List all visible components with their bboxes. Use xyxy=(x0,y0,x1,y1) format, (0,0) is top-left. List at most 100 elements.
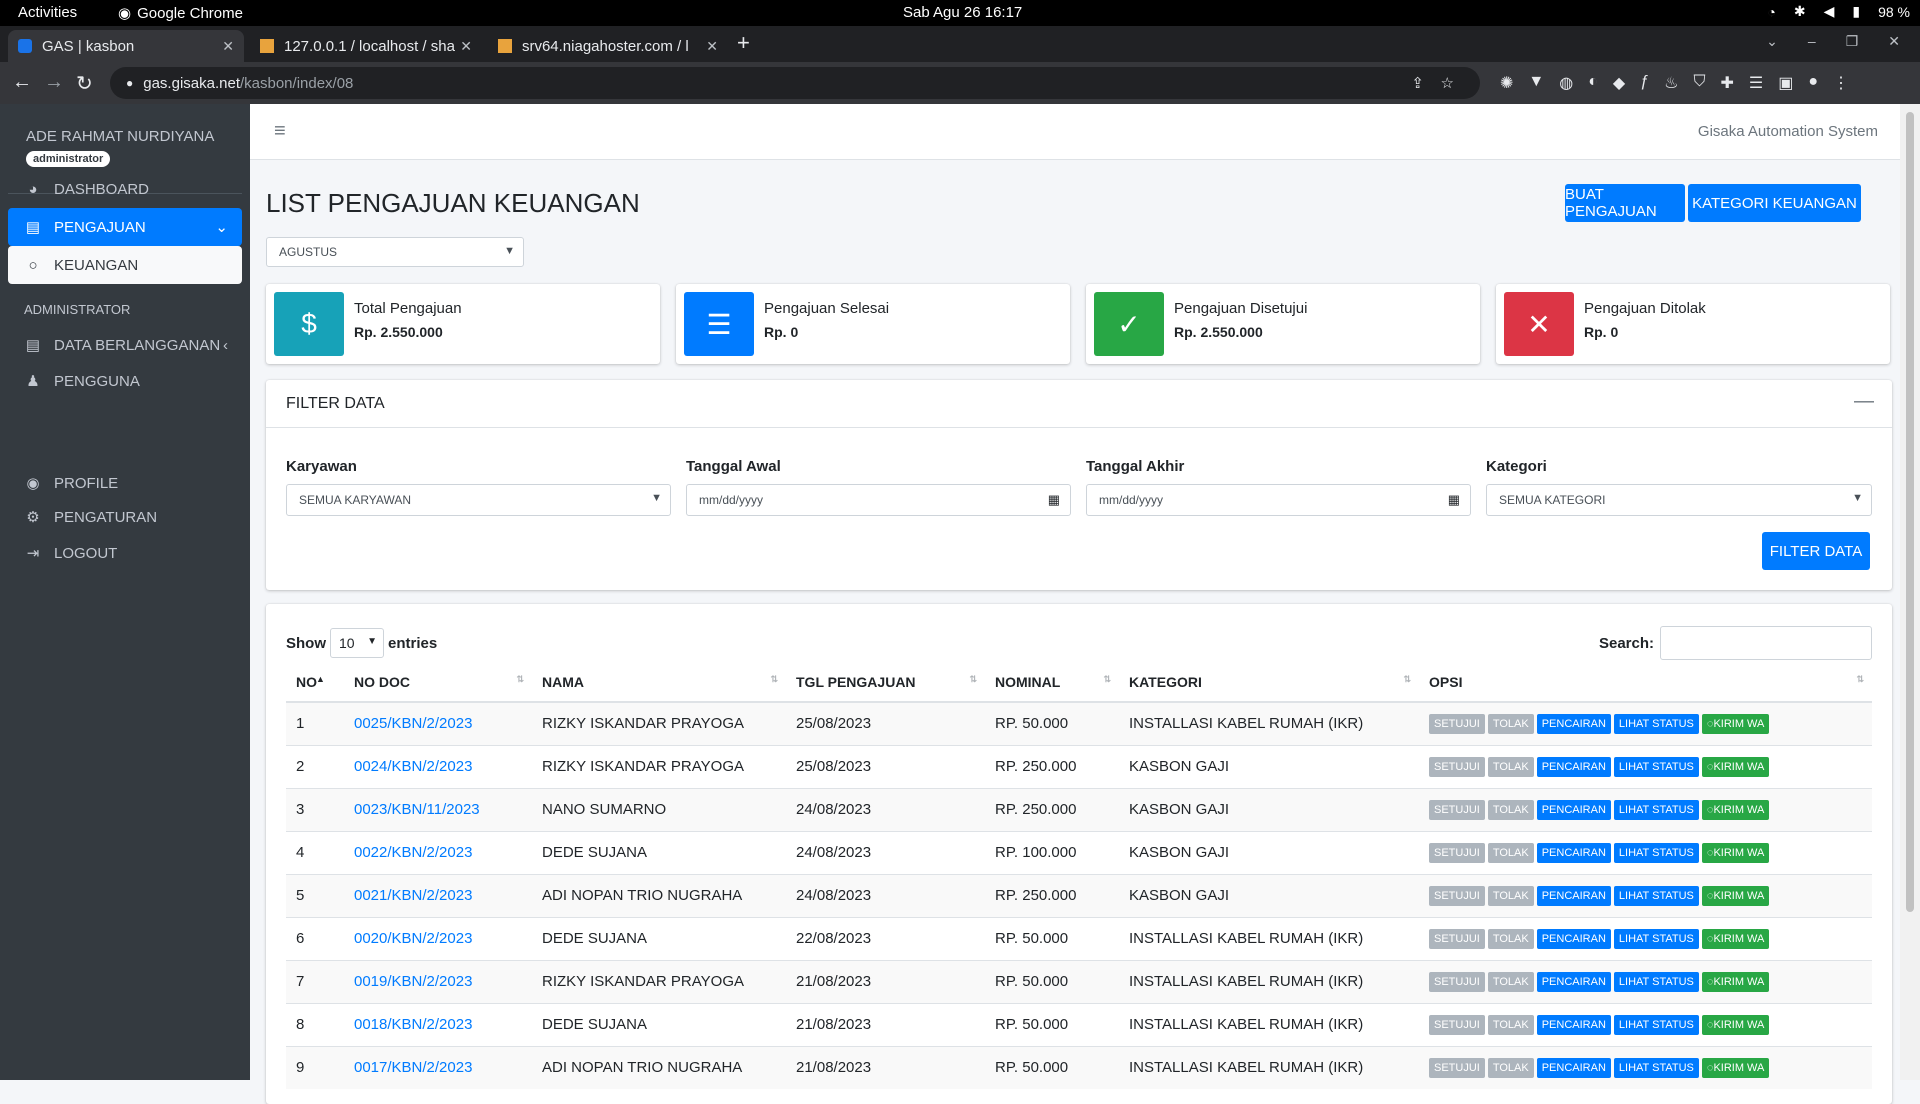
setujui-button[interactable]: SETUJUI xyxy=(1429,842,1485,863)
close-tab-icon[interactable]: ✕ xyxy=(460,38,472,55)
doc-link[interactable]: 0022/KBN/2/2023 xyxy=(354,844,472,861)
kirim-wa-button[interactable]: ◌KIRIM WA xyxy=(1701,928,1770,949)
column-header-no[interactable]: NO ▲ xyxy=(286,662,344,703)
column-header-tgl-pengajuan[interactable]: TGL PENGAJUAN ⇅ xyxy=(786,662,985,703)
shield-icon[interactable]: ⛉ xyxy=(1693,73,1705,93)
sidebar-item-pengguna[interactable]: ♟ PENGGUNA xyxy=(8,362,242,400)
avatar[interactable]: ● xyxy=(1808,73,1818,93)
doc-link[interactable]: 0020/KBN/2/2023 xyxy=(354,930,472,947)
tab-gas-kasbon[interactable]: GAS | kasbon ✕ xyxy=(8,30,244,62)
month-select[interactable]: AGUSTUS ▼ xyxy=(266,237,524,267)
pencairan-button[interactable]: PENCAIRAN xyxy=(1536,756,1611,777)
calendar-icon[interactable]: ▦ xyxy=(1048,492,1060,508)
tolak-button[interactable]: TOLAK xyxy=(1487,799,1534,820)
pencairan-button[interactable]: PENCAIRAN xyxy=(1536,885,1611,906)
extension-icon[interactable]: ◍ xyxy=(1559,73,1573,93)
close-tab-icon[interactable]: ✕ xyxy=(706,38,718,55)
lihat-status-button[interactable]: LIHAT STATUS xyxy=(1613,756,1699,777)
extension-icon[interactable]: ◐ xyxy=(1588,73,1598,93)
close-tab-icon[interactable]: ✕ xyxy=(222,38,234,55)
buat-pengajuan-button[interactable]: BUAT PENGAJUAN xyxy=(1565,184,1685,222)
doc-link[interactable]: 0019/KBN/2/2023 xyxy=(354,973,472,990)
sidebar-item-data-berlangganan[interactable]: ▤ DATA BERLANGGANAN ‹ xyxy=(8,326,242,364)
setujui-button[interactable]: SETUJUI xyxy=(1429,713,1485,734)
lihat-status-button[interactable]: LIHAT STATUS xyxy=(1613,799,1699,820)
tolak-button[interactable]: TOLAK xyxy=(1487,1057,1534,1078)
entries-length-select[interactable]: 10 ▼ xyxy=(330,628,384,658)
extension-icon[interactable]: ◆ xyxy=(1613,73,1625,93)
column-header-no-doc[interactable]: NO DOC ⇅ xyxy=(344,662,532,703)
clock[interactable]: Sab Agu 26 16:17 xyxy=(903,4,1022,21)
close-window-icon[interactable]: ✕ xyxy=(1888,33,1900,50)
user-name[interactable]: ADE RAHMAT NURDIYANA xyxy=(26,128,224,145)
column-header-nominal[interactable]: NOMINAL ⇅ xyxy=(985,662,1119,703)
extension-icon[interactable]: ♨ xyxy=(1664,73,1678,93)
kategori-keuangan-button[interactable]: KATEGORI KEUANGAN xyxy=(1688,184,1861,222)
lihat-status-button[interactable]: LIHAT STATUS xyxy=(1613,842,1699,863)
column-header-opsi[interactable]: OPSI ⇅ xyxy=(1419,662,1872,703)
lihat-status-button[interactable]: LIHAT STATUS xyxy=(1613,713,1699,734)
extension-icon[interactable]: ▼ xyxy=(1528,73,1544,93)
kirim-wa-button[interactable]: ◌KIRIM WA xyxy=(1701,713,1770,734)
menu-icon[interactable]: ⋮ xyxy=(1833,73,1849,93)
doc-link[interactable]: 0024/KBN/2/2023 xyxy=(354,758,472,775)
kirim-wa-button[interactable]: ◌KIRIM WA xyxy=(1701,971,1770,992)
tolak-button[interactable]: TOLAK xyxy=(1487,928,1534,949)
kategori-select[interactable]: SEMUA KATEGORI ▼ xyxy=(1486,484,1872,516)
pencairan-button[interactable]: PENCAIRAN xyxy=(1536,1057,1611,1078)
activities-button[interactable]: Activities xyxy=(18,4,77,21)
setujui-button[interactable]: SETUJUI xyxy=(1429,928,1485,949)
tolak-button[interactable]: TOLAK xyxy=(1487,713,1534,734)
column-header-kategori[interactable]: KATEGORI ⇅ xyxy=(1119,662,1419,703)
share-icon[interactable]: ⇪ xyxy=(1411,74,1424,92)
forward-icon[interactable]: → xyxy=(44,71,64,94)
tolak-button[interactable]: TOLAK xyxy=(1487,971,1534,992)
doc-link[interactable]: 0021/KBN/2/2023 xyxy=(354,887,472,904)
search-input[interactable] xyxy=(1660,626,1872,660)
side-panel-icon[interactable]: ▣ xyxy=(1778,73,1793,93)
sidebar-item-pengajuan[interactable]: ▤ PENGAJUAN ⌄ xyxy=(8,208,242,246)
tolak-button[interactable]: TOLAK xyxy=(1487,756,1534,777)
lihat-status-button[interactable]: LIHAT STATUS xyxy=(1613,1057,1699,1078)
column-header-nama[interactable]: NAMA ⇅ xyxy=(532,662,786,703)
kirim-wa-button[interactable]: ◌KIRIM WA xyxy=(1701,799,1770,820)
doc-link[interactable]: 0017/KBN/2/2023 xyxy=(354,1059,472,1076)
tab-niagahoster[interactable]: srv64.niagahoster.com / l ✕ xyxy=(488,30,728,62)
tolak-button[interactable]: TOLAK xyxy=(1487,842,1534,863)
tanggal-akhir-input[interactable]: mm/dd/yyyy ▦ xyxy=(1086,484,1471,516)
system-tray[interactable]: ◔ ✱ ◀ ▮ 98 % xyxy=(1767,3,1910,20)
setujui-button[interactable]: SETUJUI xyxy=(1429,885,1485,906)
minimize-icon[interactable]: – xyxy=(1808,33,1816,50)
filter-data-button[interactable]: FILTER DATA xyxy=(1762,532,1870,570)
pencairan-button[interactable]: PENCAIRAN xyxy=(1536,1014,1611,1035)
sidebar-item-pengaturan[interactable]: ⚙ PENGATURAN xyxy=(8,498,242,536)
page-scrollbar[interactable] xyxy=(1900,104,1920,1080)
extension-icon[interactable]: ✺ xyxy=(1500,73,1513,93)
puzzle-icon[interactable]: ✚ xyxy=(1720,73,1733,93)
tab-search-icon[interactable]: ⌄ xyxy=(1766,33,1778,50)
hamburger-menu-icon[interactable]: ≡ xyxy=(274,120,286,143)
pencairan-button[interactable]: PENCAIRAN xyxy=(1536,713,1611,734)
setujui-button[interactable]: SETUJUI xyxy=(1429,799,1485,820)
collapse-icon[interactable]: — xyxy=(1854,390,1874,413)
address-bar[interactable]: ● gas.gisaka.net/kasbon/index/08 ⇪ ☆ xyxy=(110,67,1480,99)
reading-list-icon[interactable]: ☰ xyxy=(1749,73,1763,93)
reload-icon[interactable]: ↻ xyxy=(76,71,93,96)
scrollbar-thumb[interactable] xyxy=(1906,112,1914,912)
kirim-wa-button[interactable]: ◌KIRIM WA xyxy=(1701,885,1770,906)
maximize-icon[interactable]: ❐ xyxy=(1846,33,1859,50)
sidebar-item-logout[interactable]: ⇥ LOGOUT xyxy=(8,534,242,572)
pencairan-button[interactable]: PENCAIRAN xyxy=(1536,799,1611,820)
tab-localhost[interactable]: 127.0.0.1 / localhost / sha ✕ xyxy=(250,30,482,62)
app-menu[interactable]: ◉ Google Chrome xyxy=(118,4,243,23)
sidebar-item-keuangan[interactable]: ○ KEUANGAN xyxy=(8,246,242,284)
kirim-wa-button[interactable]: ◌KIRIM WA xyxy=(1701,842,1770,863)
tanggal-awal-input[interactable]: mm/dd/yyyy ▦ xyxy=(686,484,1071,516)
extension-icon[interactable]: ƒ xyxy=(1640,73,1649,93)
lihat-status-button[interactable]: LIHAT STATUS xyxy=(1613,971,1699,992)
kirim-wa-button[interactable]: ◌KIRIM WA xyxy=(1701,1014,1770,1035)
doc-link[interactable]: 0023/KBN/11/2023 xyxy=(354,801,480,818)
setujui-button[interactable]: SETUJUI xyxy=(1429,1014,1485,1035)
setujui-button[interactable]: SETUJUI xyxy=(1429,1057,1485,1078)
calendar-icon[interactable]: ▦ xyxy=(1448,492,1460,508)
